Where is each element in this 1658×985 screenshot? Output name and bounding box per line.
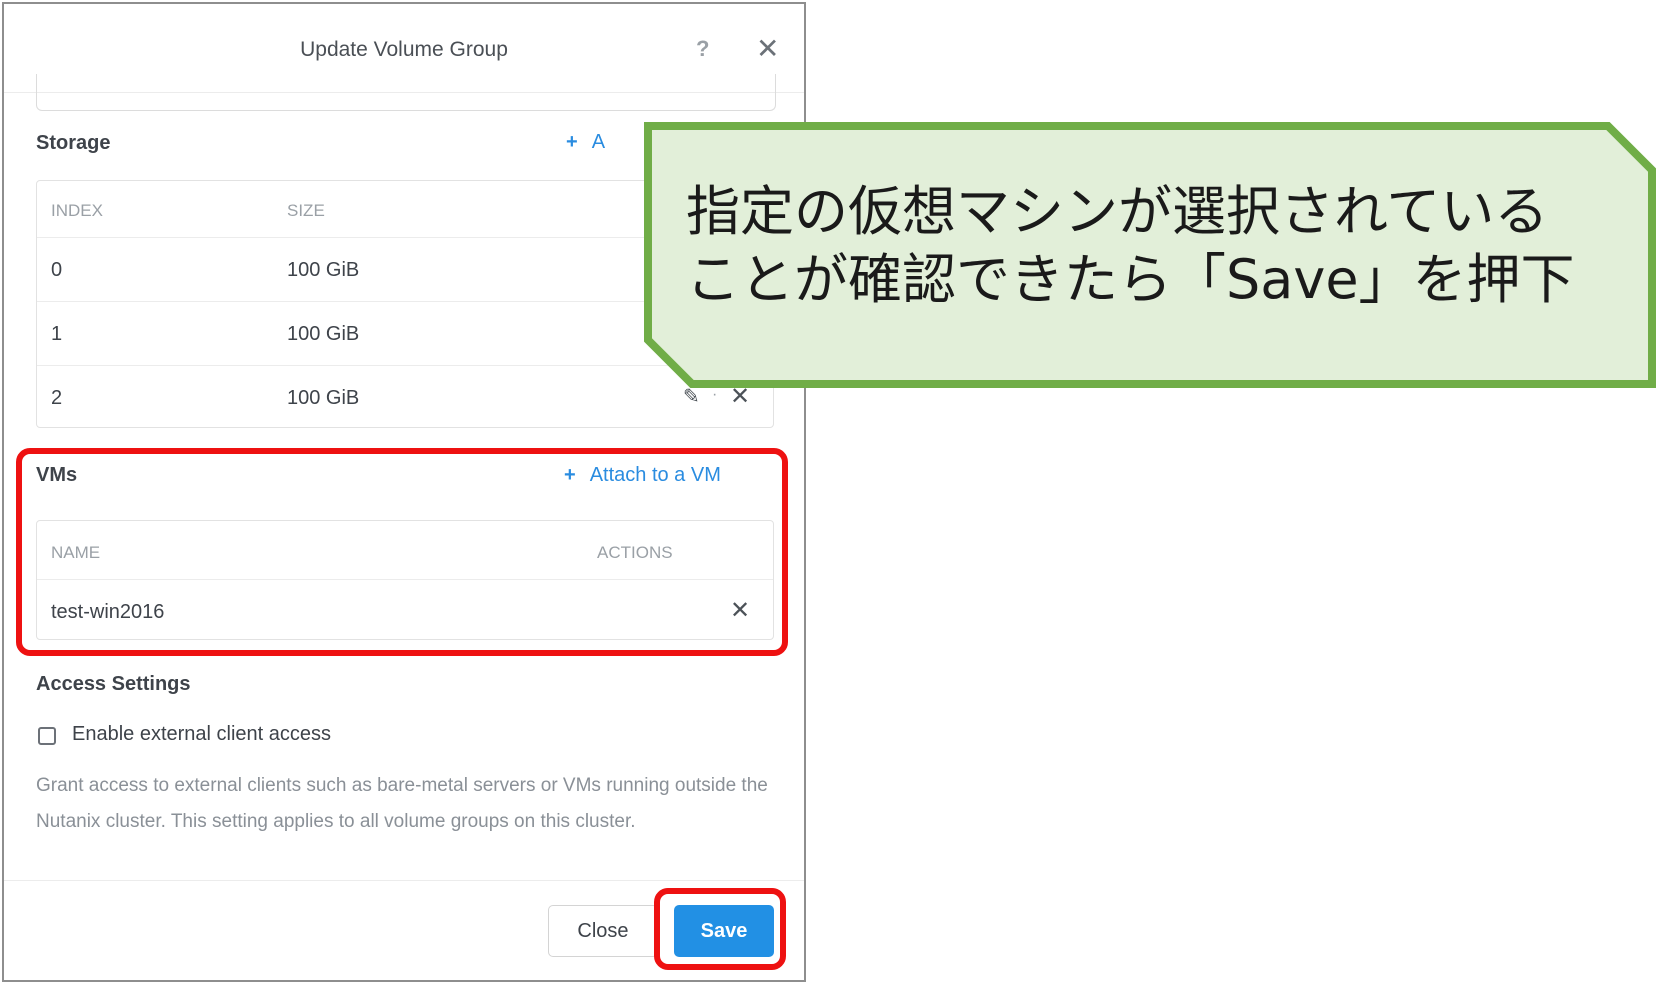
callout-line-2: ことが確認できたら「Save」を押下 [686,248,1575,311]
callout-text: 指定の仮想マシンが選択されている ことが確認できたら「Save」を押下 [686,178,1606,314]
callout-box [644,122,1656,388]
callout-line-1: 指定の仮想マシンが選択されている [686,180,1549,243]
